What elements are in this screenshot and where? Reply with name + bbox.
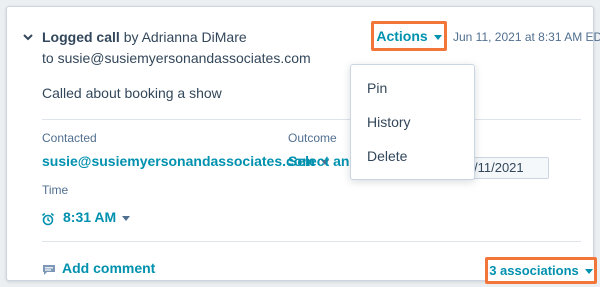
divider — [42, 241, 581, 242]
time-select[interactable]: 8:31 AM — [63, 209, 131, 225]
caret-down-icon — [122, 215, 131, 221]
comment-icon — [43, 265, 55, 275]
menu-item-delete[interactable]: Delete — [367, 148, 407, 164]
time-label: Time — [42, 183, 69, 197]
menu-item-history[interactable]: History — [367, 114, 411, 130]
time-value: 8:31 AM — [63, 209, 117, 225]
add-comment-link[interactable]: Add comment — [62, 260, 155, 276]
outcome-select[interactable]: Select an — [288, 153, 349, 169]
activity-recipient: to susie@susiemyersonandassociates.com — [42, 50, 311, 66]
contacted-select[interactable]: susie@susiemyersonandassociates.com — [42, 153, 329, 169]
actions-label: Actions — [376, 28, 428, 44]
actions-button[interactable]: Actions — [371, 21, 447, 51]
date-input[interactable]: /11/2021 — [465, 157, 549, 179]
associations-label: 3 associations — [489, 263, 579, 278]
actions-dropdown-menu: Pin History Delete — [350, 64, 475, 180]
caret-down-icon — [433, 34, 442, 40]
divider — [42, 119, 581, 120]
activity-card: Logged call by Adrianna DiMare to susie@… — [6, 6, 600, 284]
menu-item-pin[interactable]: Pin — [367, 80, 387, 96]
activity-author: by Adrianna DiMare — [123, 29, 247, 45]
activity-title: Logged call by Adrianna DiMare — [42, 29, 247, 45]
outcome-value: Select an — [288, 153, 350, 169]
activity-type: Logged call — [42, 29, 120, 45]
outcome-label: Outcome — [288, 131, 337, 145]
contacted-label: Contacted — [42, 131, 97, 145]
activity-timestamp: Jun 11, 2021 at 8:31 AM EDT — [453, 30, 600, 44]
chevron-down-icon[interactable] — [23, 33, 33, 41]
caret-down-icon — [584, 269, 593, 274]
activity-body: Called about booking a show — [42, 85, 222, 101]
alarm-clock-icon — [41, 212, 55, 226]
contacted-value: susie@susiemyersonandassociates.com — [42, 153, 315, 169]
associations-button[interactable]: 3 associations — [485, 257, 597, 284]
